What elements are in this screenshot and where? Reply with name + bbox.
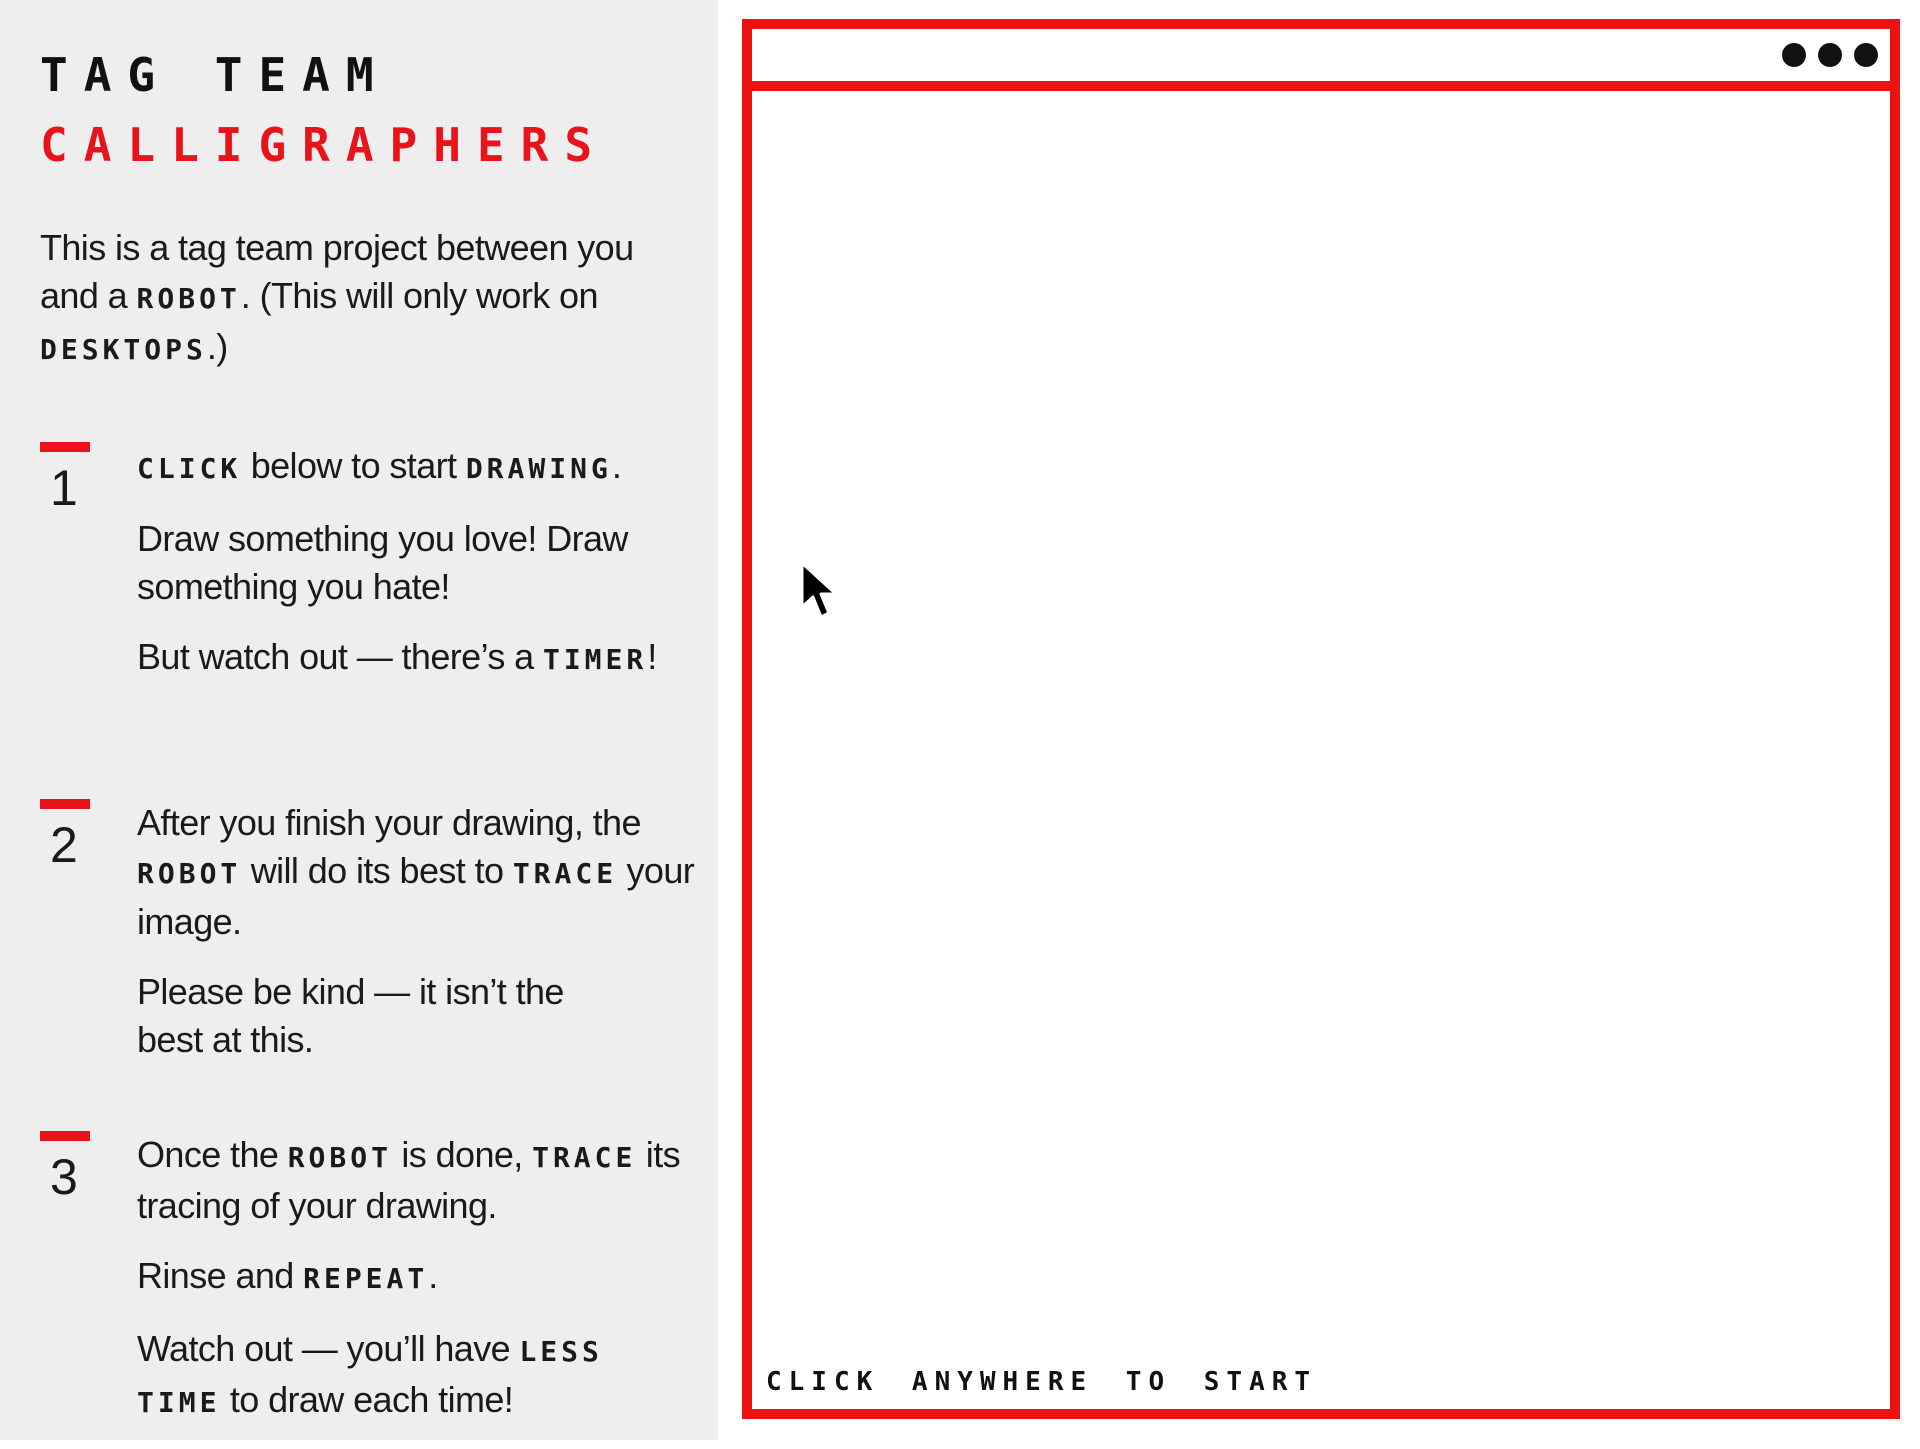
- drawing-window: Click anywhere to start: [742, 19, 1900, 1419]
- step-3-paragraph-2: Rinse and repeat.: [137, 1252, 717, 1303]
- intro-keyword-desktops: desktops: [40, 333, 207, 366]
- keyword-time: time: [137, 1386, 221, 1419]
- keyword-robot: robot: [137, 857, 242, 890]
- step-2-paragraph-2: Please be kind — it isn’t the best at th…: [137, 971, 564, 1060]
- step-1-paragraph-1: Click below to start drawing.: [137, 442, 717, 493]
- keyword-drawing: drawing: [465, 452, 612, 485]
- step-body: Click below to start drawing. Draw somet…: [137, 442, 717, 706]
- step-3-paragraph-3: Watch out — you’ll have less time to dra…: [137, 1325, 617, 1427]
- step-text: will do its best to: [241, 850, 513, 891]
- instructions-sidebar: Tag Team Calligraphers This is a tag tea…: [0, 0, 718, 1440]
- keyword-less: less: [519, 1335, 603, 1368]
- intro-keyword-robot: robot: [136, 282, 241, 315]
- step-text: .: [611, 445, 622, 486]
- app-title: Tag Team Calligraphers: [40, 52, 608, 168]
- step-body: After you finish your drawing, the robot…: [137, 799, 717, 1086]
- window-titlebar: [752, 29, 1890, 91]
- intro-text-2: . (This will only work on: [240, 275, 599, 316]
- step-text: to draw each time!: [220, 1379, 514, 1420]
- dot: [1782, 43, 1806, 67]
- step-number: 2: [50, 817, 78, 873]
- mouse-pointer-icon: [800, 561, 838, 619]
- keyword-trace: trace: [512, 857, 618, 890]
- dot: [1818, 43, 1842, 67]
- step-text: Watch out — you’ll have: [137, 1328, 520, 1369]
- keyword-trace: trace: [532, 1141, 637, 1174]
- step-1-paragraph-2: Draw something you love! Draw something …: [137, 518, 628, 607]
- keyword-robot: robot: [287, 1141, 392, 1174]
- step-2-paragraph-1: After you finish your drawing, the robot…: [137, 799, 717, 946]
- step-body: Once the robot is done, trace its tracin…: [137, 1131, 717, 1449]
- click-to-start-prompt: Click anywhere to start: [766, 1367, 1318, 1397]
- step-text: Once the: [137, 1134, 288, 1175]
- dot: [1854, 43, 1878, 67]
- step-marker: [40, 1131, 90, 1141]
- title-line-tag-team: Tag Team: [40, 48, 390, 102]
- more-dots-icon[interactable]: [1782, 43, 1878, 67]
- step-3-paragraph-1: Once the robot is done, trace its tracin…: [137, 1131, 717, 1230]
- step-text: is done,: [392, 1134, 533, 1175]
- step-number: 3: [50, 1149, 78, 1205]
- step-marker: [40, 442, 90, 452]
- keyword-timer: timer: [542, 643, 648, 676]
- step-text: But watch out — there’s a: [137, 636, 543, 677]
- step-text: After you finish your drawing, the: [137, 802, 641, 843]
- step-text: !: [647, 636, 657, 677]
- drawing-canvas[interactable]: Click anywhere to start: [752, 91, 1890, 1409]
- step-marker: [40, 799, 90, 809]
- step-text: below to start: [241, 445, 466, 486]
- intro-paragraph: This is a tag team project between you a…: [40, 224, 680, 374]
- step-text: .: [428, 1255, 438, 1296]
- step-number: 1: [50, 460, 78, 516]
- title-line-calligraphers: Calligraphers: [40, 118, 609, 172]
- keyword-repeat: repeat: [303, 1262, 429, 1295]
- keyword-click: Click: [137, 452, 242, 485]
- step-text: Rinse and: [137, 1255, 304, 1296]
- intro-text-3: .): [206, 326, 228, 367]
- step-1-paragraph-3: But watch out — there’s a timer!: [137, 633, 717, 684]
